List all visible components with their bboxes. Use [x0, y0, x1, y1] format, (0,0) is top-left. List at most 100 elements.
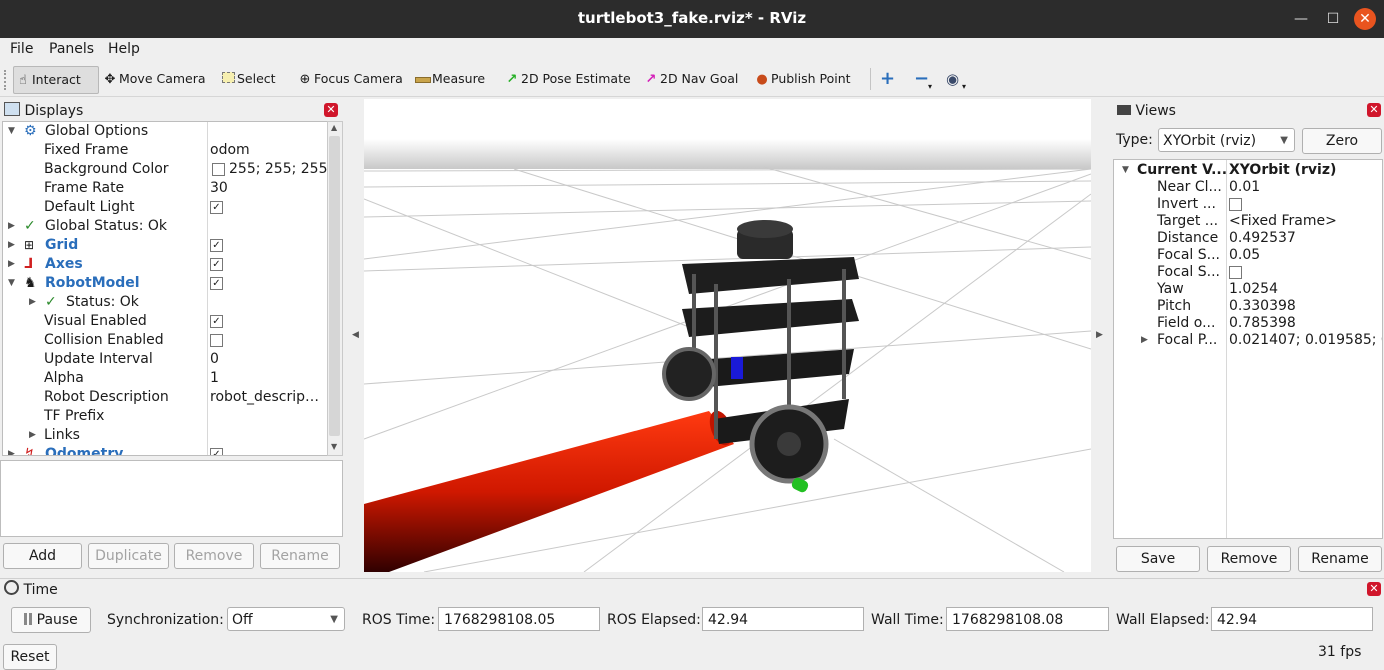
- time-close-icon[interactable]: ✕: [1367, 582, 1381, 596]
- view-row-distance[interactable]: Distance 0.492537: [1114, 230, 1382, 247]
- view-row-focal-shape-fixed[interactable]: Focal S...: [1114, 264, 1382, 281]
- displays-close-icon[interactable]: ✕: [324, 103, 338, 117]
- remove-view-button[interactable]: Remove: [1207, 546, 1291, 572]
- add-button[interactable]: Add: [3, 543, 82, 569]
- invert-checkbox[interactable]: [1229, 198, 1242, 211]
- collapsed-arrow-icon[interactable]: ▶: [8, 445, 15, 455]
- minimize-icon[interactable]: —: [1290, 8, 1312, 30]
- menu-help[interactable]: Help: [108, 41, 140, 57]
- reset-button[interactable]: Reset: [3, 644, 57, 670]
- scene-3d[interactable]: [364, 99, 1091, 572]
- scroll-down-icon[interactable]: ▼: [331, 442, 337, 451]
- tree-row-collision-enabled[interactable]: Collision Enabled: [3, 331, 329, 350]
- view-row-near-clip[interactable]: Near Cl... 0.01: [1114, 179, 1382, 196]
- robot-model-checkbox[interactable]: ✓: [210, 277, 223, 290]
- sync-combo[interactable]: Off ▼: [227, 607, 345, 631]
- odometry-checkbox[interactable]: ✓: [210, 448, 223, 455]
- view-type-combo[interactable]: XYOrbit (rviz) ▼: [1158, 128, 1295, 152]
- views-tree[interactable]: ▼ Current V... XYOrbit (rviz) Near Cl...…: [1113, 159, 1383, 539]
- remove-display-button[interactable]: Remove: [174, 543, 254, 569]
- collapse-left-icon[interactable]: ◀: [352, 330, 359, 340]
- collapsed-arrow-icon[interactable]: ▶: [29, 293, 36, 312]
- tree-row-frame-rate[interactable]: Frame Rate 30: [3, 179, 329, 198]
- tree-row-global-status[interactable]: ▶ ✓ Global Status: Ok: [3, 217, 329, 236]
- tree-row-grid[interactable]: ▶ ⊞ Grid ✓: [3, 236, 329, 255]
- close-icon[interactable]: ✕: [1354, 8, 1376, 30]
- wall-time-field[interactable]: 1768298108.08: [946, 607, 1109, 631]
- save-view-button[interactable]: Save: [1116, 546, 1200, 572]
- expand-arrow-icon[interactable]: ▼: [8, 274, 15, 293]
- view-row-current[interactable]: ▼ Current V... XYOrbit (rviz): [1114, 162, 1382, 179]
- remove-tool-icon[interactable]: −: [914, 66, 929, 92]
- collapsed-arrow-icon[interactable]: ▶: [29, 426, 36, 445]
- rename-display-button[interactable]: Rename: [260, 543, 340, 569]
- duplicate-button[interactable]: Duplicate: [88, 543, 169, 569]
- collapsed-arrow-icon[interactable]: ▶: [8, 255, 15, 274]
- collapse-right-icon[interactable]: ▶: [1096, 330, 1103, 340]
- view-row-focal-shape-size[interactable]: Focal S... 0.05: [1114, 247, 1382, 264]
- tree-row-alpha[interactable]: Alpha 1: [3, 369, 329, 388]
- view-row-target[interactable]: Target ... <Fixed Frame>: [1114, 213, 1382, 230]
- expand-arrow-icon[interactable]: ▼: [1122, 162, 1129, 179]
- tree-row-update-interval[interactable]: Update Interval 0: [3, 350, 329, 369]
- pause-button[interactable]: Pause: [11, 607, 91, 633]
- grid-checkbox[interactable]: ✓: [210, 239, 223, 252]
- interact-tool[interactable]: ☝ Interact: [13, 66, 99, 94]
- select-tool[interactable]: Select: [219, 66, 276, 92]
- collapsed-arrow-icon[interactable]: ▶: [8, 236, 15, 255]
- ros-time-field[interactable]: 1768298108.05: [438, 607, 600, 631]
- ros-elapsed-field[interactable]: 42.94: [702, 607, 864, 631]
- remove-tool-dropdown-icon[interactable]: ▾: [928, 74, 932, 100]
- tree-row-tf-prefix[interactable]: TF Prefix: [3, 407, 329, 426]
- focus-camera-tool[interactable]: ⊕ Focus Camera: [296, 66, 403, 92]
- expand-arrow-icon[interactable]: ▼: [8, 122, 15, 141]
- tree-row-links[interactable]: ▶ Links: [3, 426, 329, 445]
- default-light-checkbox[interactable]: ✓: [210, 201, 223, 214]
- collapsed-arrow-icon[interactable]: ▶: [1141, 332, 1148, 349]
- tree-row-axes[interactable]: ▶ ⅃ Axes ✓: [3, 255, 329, 274]
- collapsed-arrow-icon[interactable]: ▶: [8, 217, 15, 236]
- view-row-pitch[interactable]: Pitch 0.330398: [1114, 298, 1382, 315]
- tree-row-status[interactable]: ▶ ✓ Status: Ok: [3, 293, 329, 312]
- collision-enabled-checkbox[interactable]: [210, 334, 223, 347]
- pose-estimate-tool[interactable]: ↗ 2D Pose Estimate: [503, 66, 631, 92]
- tree-row-visual-enabled[interactable]: Visual Enabled ✓: [3, 312, 329, 331]
- scroll-up-icon[interactable]: ▲: [331, 123, 337, 132]
- nav-goal-tool[interactable]: ↗ 2D Nav Goal: [642, 66, 739, 92]
- views-close-icon[interactable]: ✕: [1367, 103, 1381, 117]
- tree-row-robot-model[interactable]: ▼ ♞ RobotModel ✓: [3, 274, 329, 293]
- view-row-invert[interactable]: Invert ...: [1114, 196, 1382, 213]
- zero-button[interactable]: Zero: [1302, 128, 1382, 154]
- color-swatch[interactable]: [212, 163, 225, 176]
- displays-panel-header: Displays: [4, 101, 340, 121]
- tree-row-background-color[interactable]: Background Color 255; 255; 255: [3, 160, 329, 179]
- eye-dropdown-icon[interactable]: ▾: [962, 74, 966, 100]
- toolbar-grip[interactable]: [4, 70, 9, 90]
- view-row-yaw[interactable]: Yaw 1.0254: [1114, 281, 1382, 298]
- menu-panels[interactable]: Panels: [49, 41, 94, 57]
- focal-shape-checkbox[interactable]: [1229, 266, 1242, 279]
- eye-icon[interactable]: ◉: [946, 66, 959, 92]
- tree-row-robot-description[interactable]: Robot Description robot_descrip…: [3, 388, 329, 407]
- axes-checkbox[interactable]: ✓: [210, 258, 223, 271]
- tree-row-default-light[interactable]: Default Light ✓: [3, 198, 329, 217]
- title-bar: turtlebot3_fake.rviz* - RViz — ☐ ✕: [0, 0, 1384, 38]
- tree-row-global-options[interactable]: ▼ ⚙ Global Options: [3, 122, 329, 141]
- scrollbar-thumb[interactable]: [329, 136, 340, 436]
- render-viewport[interactable]: [364, 99, 1091, 572]
- tree-row-odometry[interactable]: ▶ ↯ Odometry ✓: [3, 445, 329, 455]
- displays-scrollbar[interactable]: ▲ ▼: [327, 121, 343, 456]
- displays-tree[interactable]: ▼ ⚙ Global Options Fixed Frame odom Back…: [2, 121, 330, 456]
- maximize-icon[interactable]: ☐: [1322, 8, 1344, 30]
- wall-elapsed-field[interactable]: 42.94: [1211, 607, 1373, 631]
- measure-tool[interactable]: Measure: [414, 66, 485, 92]
- add-tool-icon[interactable]: +: [880, 66, 895, 92]
- visual-enabled-checkbox[interactable]: ✓: [210, 315, 223, 328]
- move-camera-tool[interactable]: ✥ Move Camera: [101, 66, 206, 92]
- publish-point-tool[interactable]: ● Publish Point: [753, 66, 850, 92]
- rename-view-button[interactable]: Rename: [1298, 546, 1382, 572]
- view-row-field-of-view[interactable]: Field o... 0.785398: [1114, 315, 1382, 332]
- tree-row-fixed-frame[interactable]: Fixed Frame odom: [3, 141, 329, 160]
- menu-file[interactable]: File: [10, 41, 33, 57]
- view-row-focal-point[interactable]: ▶ Focal P... 0.021407; 0.019585; 0: [1114, 332, 1382, 349]
